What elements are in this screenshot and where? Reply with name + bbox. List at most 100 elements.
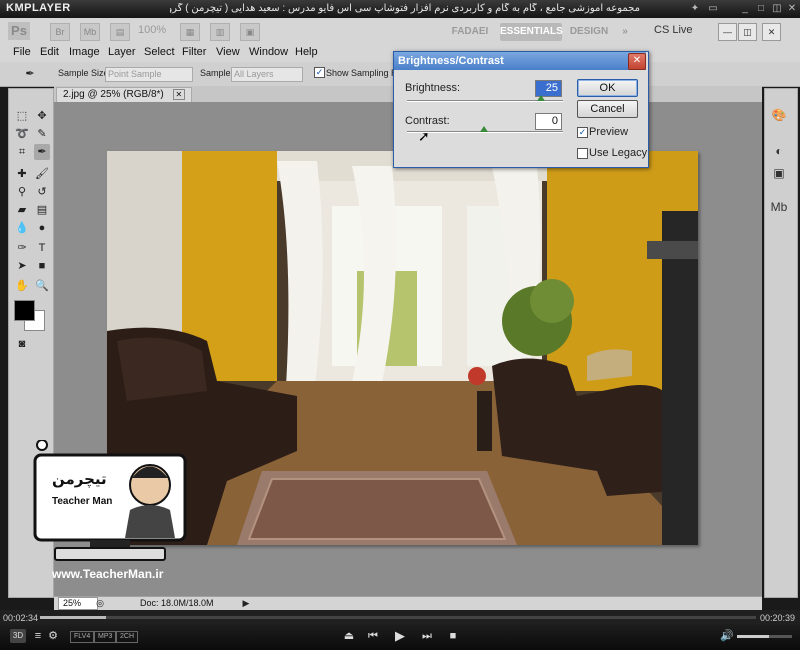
- teacherman-url: www.TeacherMan.ir: [52, 567, 164, 581]
- cancel-button[interactable]: Cancel: [577, 100, 638, 118]
- ps-restore-icon[interactable]: ◫: [738, 23, 757, 41]
- brush-tool-icon[interactable]: 🖌: [34, 166, 50, 182]
- eyedropper-tool-icon[interactable]: ✒: [34, 144, 50, 160]
- shape-tool-icon[interactable]: ■: [34, 258, 50, 274]
- healing-tool-icon[interactable]: ✚: [14, 166, 30, 182]
- previous-icon[interactable]: ⏮: [366, 629, 380, 643]
- sample-label: Sample:: [200, 68, 234, 78]
- status-zoom-field[interactable]: 25%: [58, 597, 98, 610]
- status-menu-arrow-icon[interactable]: ▶: [240, 597, 252, 609]
- menu-image[interactable]: Image: [69, 46, 100, 58]
- history-brush-tool-icon[interactable]: ↺: [34, 184, 50, 200]
- preview-checkbox[interactable]: ✓: [577, 127, 588, 138]
- brightness-label: Brightness:: [405, 82, 461, 94]
- workspace-more-icon[interactable]: »: [617, 23, 633, 41]
- workspace-fadaei[interactable]: FADAEI: [445, 23, 495, 41]
- document-canvas-image[interactable]: [107, 151, 698, 545]
- minibridge-icon[interactable]: Mb: [80, 23, 100, 41]
- menu-help[interactable]: Help: [295, 46, 318, 58]
- seek-bar[interactable]: [40, 616, 756, 619]
- document-tab[interactable]: 2.jpg @ 25% (RGB/8*) ✕: [56, 87, 193, 103]
- ps-close-icon[interactable]: ✕: [762, 23, 781, 41]
- player-title: مجموعه آموزشی جامع ، گام به گام و کاربرد…: [170, 3, 640, 14]
- dialog-close-icon[interactable]: ✕: [628, 53, 646, 70]
- preview-label: Preview: [589, 126, 629, 138]
- bridge-icon[interactable]: Br: [50, 23, 70, 41]
- cs-live-button[interactable]: CS Live: [654, 24, 693, 36]
- lasso-tool-icon[interactable]: ➰: [14, 126, 30, 142]
- move-tool-icon[interactable]: ✥: [34, 108, 50, 124]
- masks-panel-icon[interactable]: ▣: [769, 164, 789, 182]
- dialog-title-bar[interactable]: Brightness/Contrast: [394, 52, 646, 70]
- teacherman-logo: تیچرمن Teacher Man: [30, 439, 195, 580]
- brightness-slider-thumb[interactable]: [537, 95, 545, 101]
- screen-mode-icon[interactable]: ▦: [180, 23, 200, 41]
- dodge-tool-icon[interactable]: ●: [34, 220, 50, 236]
- minimize-icon[interactable]: _: [738, 2, 752, 15]
- quick-select-tool-icon[interactable]: ✎: [34, 126, 50, 142]
- tab-close-icon[interactable]: ✕: [172, 89, 186, 100]
- workspace-essentials[interactable]: ESSENTIALS: [500, 23, 563, 41]
- menu-layer[interactable]: Layer: [108, 46, 136, 58]
- mouse-cursor-icon: ➚: [418, 128, 430, 144]
- close-icon[interactable]: ✕: [785, 2, 799, 15]
- zoom-level[interactable]: 100%: [138, 24, 166, 36]
- menu-file[interactable]: File: [13, 46, 31, 58]
- extras-icon[interactable]: ▣: [240, 23, 260, 41]
- crop-tool-icon[interactable]: ⌗: [14, 144, 30, 160]
- pin-icon[interactable]: ✦: [688, 2, 702, 15]
- ps-minimize-icon[interactable]: —: [718, 23, 737, 41]
- elapsed-time: 00:02:34: [3, 613, 39, 623]
- channels-badge: 2CH: [116, 631, 139, 643]
- workspace-design[interactable]: DESIGN: [566, 23, 612, 41]
- minibridge-panel-icon[interactable]: Mb: [769, 198, 789, 216]
- volume-icon[interactable]: 🔊: [720, 629, 734, 643]
- menu-select[interactable]: Select: [144, 46, 175, 58]
- codec-badge-video: FLV4: [70, 631, 95, 643]
- blur-tool-icon[interactable]: 💧: [14, 220, 30, 236]
- marquee-tool-icon[interactable]: ⬚: [14, 108, 30, 124]
- arrange-icon[interactable]: ▥: [210, 23, 230, 41]
- menu-view[interactable]: View: [216, 46, 240, 58]
- status-doc-size: Doc: 18.0M/18.0M: [140, 598, 214, 608]
- eject-icon[interactable]: ⏏: [342, 629, 356, 643]
- play-icon[interactable]: ▶: [393, 629, 407, 643]
- dialog-title: Brightness/Contrast: [398, 55, 504, 67]
- pen-tool-icon[interactable]: ✑: [14, 240, 30, 256]
- codec-badge-audio: MP3: [94, 631, 117, 643]
- gradient-tool-icon[interactable]: ▤: [34, 202, 50, 218]
- use-legacy-checkbox[interactable]: [577, 148, 588, 159]
- menu-filter[interactable]: Filter: [182, 46, 206, 58]
- hand-view-icon[interactable]: ▤: [110, 23, 130, 41]
- status-info-icon[interactable]: ◎: [94, 597, 106, 609]
- 3d-mode-button[interactable]: 3D: [10, 629, 26, 643]
- next-icon[interactable]: ⏭: [420, 629, 434, 643]
- contrast-slider-thumb[interactable]: [480, 126, 488, 132]
- stop-icon[interactable]: ■: [446, 629, 460, 643]
- sample-select[interactable]: All Layers: [231, 67, 303, 82]
- maximize-icon[interactable]: □: [754, 2, 768, 15]
- foreground-color-swatch[interactable]: [14, 300, 35, 321]
- clone-stamp-tool-icon[interactable]: ⚲: [14, 184, 30, 200]
- restore-icon[interactable]: ◫: [770, 2, 784, 15]
- playlist-icon[interactable]: ≡: [32, 629, 44, 643]
- teacherman-brand-en: Teacher Man: [52, 496, 113, 507]
- hand-tool-icon[interactable]: ✋: [14, 278, 30, 294]
- settings-icon[interactable]: ⚙: [47, 629, 59, 643]
- eyedropper-tool-preset-icon[interactable]: ✒: [22, 66, 38, 82]
- quick-mask-icon[interactable]: ◙: [14, 336, 30, 352]
- adjustments-panel-icon[interactable]: ◐: [769, 142, 789, 160]
- color-panel-icon[interactable]: 🎨: [769, 106, 789, 124]
- show-sampling-ring-checkbox[interactable]: ✓: [314, 67, 325, 78]
- menu-window[interactable]: Window: [249, 46, 288, 58]
- photoshop-logo: Ps: [8, 22, 30, 40]
- type-tool-icon[interactable]: T: [34, 240, 50, 256]
- contrast-input[interactable]: 0: [535, 113, 562, 130]
- ok-button[interactable]: OK: [577, 79, 638, 97]
- path-select-tool-icon[interactable]: ➤: [14, 258, 30, 274]
- eraser-tool-icon[interactable]: ▰: [14, 202, 30, 218]
- zoom-tool-icon[interactable]: 🔍: [34, 278, 50, 294]
- sample-size-select[interactable]: Point Sample: [105, 67, 193, 82]
- layout-icon[interactable]: ▭: [706, 2, 720, 15]
- menu-edit[interactable]: Edit: [40, 46, 59, 58]
